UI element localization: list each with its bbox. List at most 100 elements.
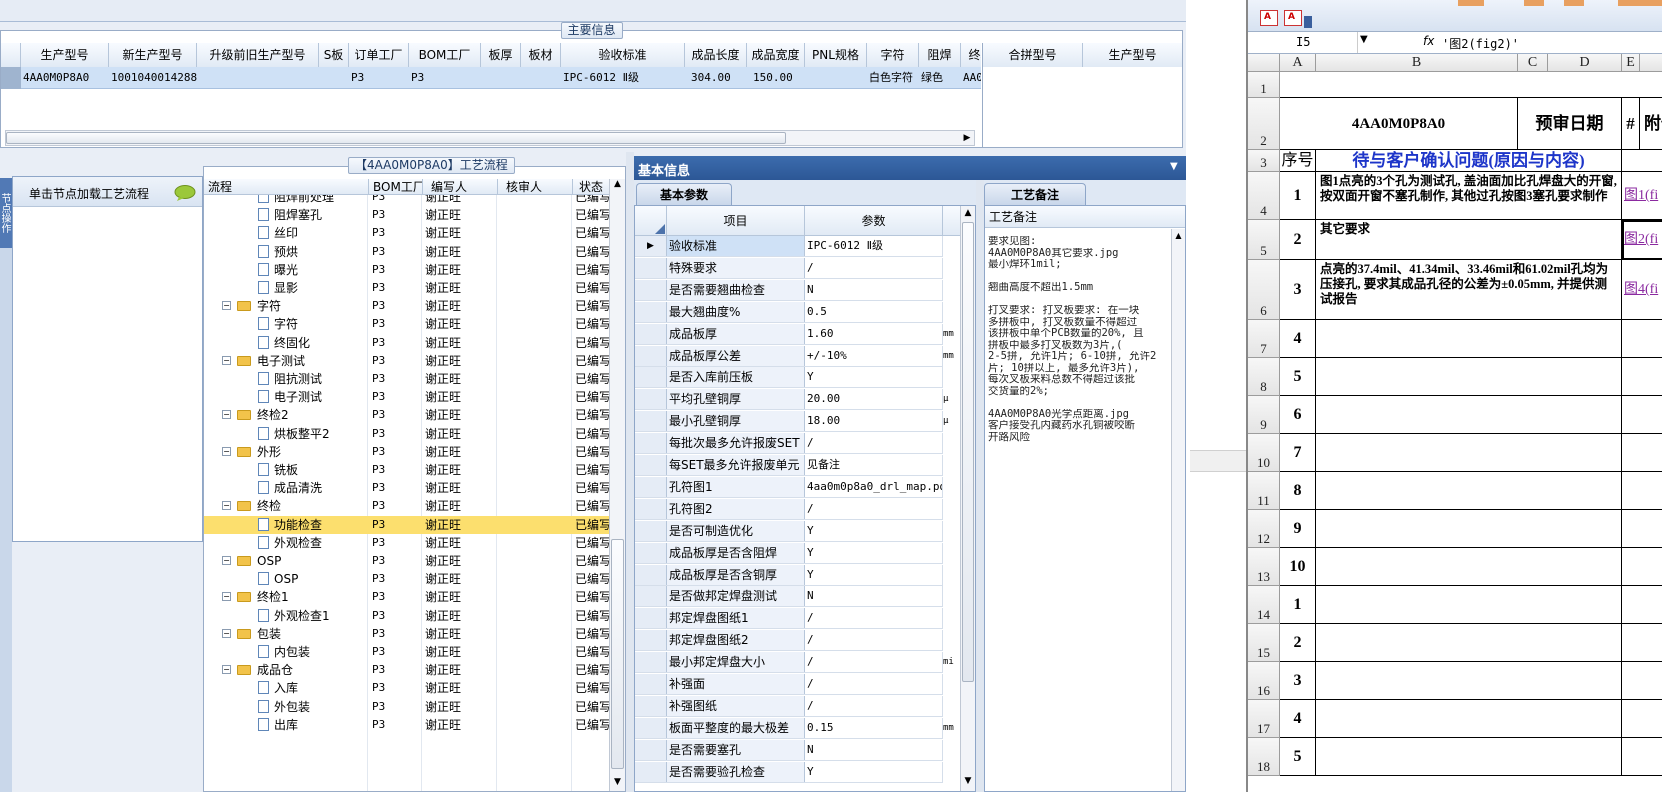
param-row[interactable]: 特殊要求 / <box>635 257 943 279</box>
main-grid-hscrollbar[interactable]: ▶ <box>5 130 975 146</box>
scroll-up-icon[interactable]: ▲ <box>961 208 975 218</box>
row-selector[interactable] <box>635 542 667 563</box>
fx-icon[interactable]: fx <box>1423 34 1434 48</box>
sheet-cell-i2[interactable]: 附件/ <box>1640 98 1662 150</box>
row-selector[interactable] <box>635 279 667 300</box>
sheet-cell[interactable] <box>1280 72 1662 98</box>
flow-row[interactable]: 烘板整平2 P3 谢正旺 已编写 <box>204 425 609 443</box>
row-selector[interactable] <box>635 586 667 607</box>
param-value[interactable]: N <box>805 586 943 607</box>
param-value[interactable]: 4aa0m0p8a0_drl_map.pdf <box>805 476 943 497</box>
scroll-down-icon[interactable]: ▼ <box>961 776 975 786</box>
row-selector[interactable] <box>635 257 667 278</box>
row-header[interactable]: 1 <box>1248 72 1280 98</box>
param-value[interactable]: 1.60 <box>805 323 943 344</box>
sheet-cell-text[interactable] <box>1316 624 1622 662</box>
scroll-right-icon[interactable]: ▶ <box>961 131 973 145</box>
param-row[interactable]: 是否做邦定焊盘测试 N <box>635 586 943 608</box>
param-value[interactable]: / <box>805 630 943 651</box>
main-info-col-header[interactable]: BOM工厂 <box>409 43 481 67</box>
param-value[interactable]: Y <box>805 367 943 388</box>
flow-row[interactable]: 阻焊塞孔 P3 谢正旺 已编写 <box>204 206 609 224</box>
sheet-cell[interactable] <box>1622 150 1662 172</box>
row-selector[interactable] <box>635 411 667 432</box>
sheet-cell-text[interactable]: 点亮的37.4mil、41.34mil、33.46mil和61.02mil孔均为… <box>1316 260 1622 320</box>
flow-row[interactable]: 外包装 P3 谢正旺 已编写 <box>204 698 609 716</box>
flow-row[interactable]: 入库 P3 谢正旺 已编写 <box>204 679 609 697</box>
sheet-cell-text[interactable] <box>1316 472 1622 510</box>
dropdown-arrow-icon[interactable]: ▼ <box>1170 161 1178 172</box>
flow-row[interactable]: 阻抗测试 P3 谢正旺 已编写 <box>204 370 609 388</box>
collapse-icon[interactable]: − <box>222 592 231 602</box>
tab-basic-params[interactable]: 基本参数 <box>636 183 732 205</box>
main-info-col-header[interactable]: S板 <box>319 43 349 67</box>
sheet-cell-link[interactable] <box>1622 586 1662 624</box>
param-value[interactable]: / <box>805 433 943 454</box>
scroll-up-icon[interactable]: ▲ <box>610 179 625 193</box>
sheet-cell-text[interactable] <box>1316 548 1622 586</box>
param-row[interactable]: 成品板厚是否含阻焊 Y <box>635 542 943 564</box>
param-row[interactable]: 是否可制造优化 Y <box>635 520 943 542</box>
row-selector[interactable] <box>635 367 667 388</box>
param-value[interactable]: / <box>805 257 943 278</box>
param-row[interactable]: 最小邦定焊盘大小 / mi <box>635 652 954 674</box>
flow-col-header[interactable]: 状态 <box>572 179 609 195</box>
main-info-cell[interactable] <box>197 67 319 89</box>
flow-tree[interactable]: 阻焊前处理 P3 谢正旺 已编写 阻焊塞孔 P3 谢正旺 已编写 丝印 P3 谢正旺 已编写 预烘 P3 谢… <box>204 195 609 791</box>
sheet-cell-text[interactable] <box>1316 358 1622 396</box>
flow-row[interactable]: OSP P3 谢正旺 已编写 <box>204 570 609 588</box>
main-info-cell[interactable]: 4AA0M0P8A0 <box>21 67 109 89</box>
sheet-cell-link[interactable] <box>1622 434 1662 472</box>
param-value[interactable]: Y <box>805 520 943 541</box>
flow-row[interactable]: 字符 P3 谢正旺 已编写 <box>204 315 609 333</box>
vscroll-thumb[interactable] <box>962 222 974 682</box>
row-selector[interactable] <box>635 739 667 760</box>
flow-row[interactable]: 成品清洗 P3 谢正旺 已编写 <box>204 479 609 497</box>
param-row[interactable]: 最小孔壁铜厚 18.00 μ <box>635 411 948 433</box>
flow-row[interactable]: 阻焊前处理 P3 谢正旺 已编写 <box>204 195 609 206</box>
row-selector[interactable] <box>635 498 667 519</box>
main-info-col-header[interactable]: 成品宽度 <box>747 43 805 67</box>
row-selector[interactable] <box>635 564 667 585</box>
toolbar-more-icon[interactable] <box>1304 16 1312 28</box>
column-header[interactable]: B <box>1316 54 1518 72</box>
sheet-cell-text[interactable] <box>1316 662 1622 700</box>
params-vscrollbar[interactable]: ▲ ▼ <box>960 206 975 791</box>
row-header[interactable]: 11 <box>1248 472 1280 510</box>
param-row[interactable]: 每SET最多允许报废单元 见备注 <box>635 455 943 476</box>
flow-row[interactable]: − 终检1 P3 谢正旺 已编写 <box>204 588 609 606</box>
flow-row[interactable]: 出库 P3 谢正旺 已编写 <box>204 716 609 734</box>
main-info-cell[interactable]: P3 <box>349 67 409 89</box>
param-row[interactable]: 是否需要塞孔 N <box>635 739 943 761</box>
main-info-cell[interactable] <box>319 67 349 89</box>
scroll-up-icon[interactable]: ▲ <box>1172 231 1185 240</box>
sheet-cell-text[interactable]: 图1点亮的3个孔为测试孔, 盖油面加比孔焊盘大的开窗, 按双面开窗不塞孔制作, … <box>1316 172 1622 220</box>
row-selector[interactable] <box>635 674 667 694</box>
param-value[interactable]: 见备注 <box>805 455 943 475</box>
row-selector[interactable] <box>635 323 667 344</box>
main-info-col-header[interactable]: 板材 <box>521 43 561 67</box>
merge-col-header[interactable]: 合拼型号 <box>983 43 1083 67</box>
main-info-cell[interactable]: 白色字符 <box>867 67 919 89</box>
main-info-col-header[interactable]: 板厚 <box>481 43 521 67</box>
row-selector[interactable] <box>635 630 667 651</box>
flow-col-header[interactable]: 流程 <box>208 179 358 195</box>
row-selector[interactable] <box>635 301 667 322</box>
main-info-col-header[interactable]: 新生产型号 <box>109 43 197 67</box>
flow-row[interactable]: 铣板 P3 谢正旺 已编写 <box>204 461 609 479</box>
row-selector[interactable] <box>635 520 667 541</box>
row-header[interactable]: 4 <box>1248 172 1280 220</box>
param-value[interactable]: / <box>805 608 943 629</box>
hscroll-thumb[interactable] <box>6 132 786 144</box>
param-value[interactable]: / <box>805 695 943 716</box>
sheet-cell-a3[interactable]: 序号 <box>1280 150 1316 172</box>
main-info-col-header[interactable]: 生产型号 <box>21 43 109 67</box>
param-row[interactable]: 孔符图2/ <box>635 498 943 520</box>
param-value[interactable]: IPC-6012 Ⅱ级 <box>805 236 943 256</box>
sheet-cell-link[interactable] <box>1622 358 1662 396</box>
row-header[interactable]: 12 <box>1248 510 1280 548</box>
row-selector[interactable] <box>635 695 667 716</box>
param-row[interactable]: 是否需要验孔检查 Y <box>635 761 943 783</box>
param-value[interactable]: +/-10% <box>805 345 943 366</box>
param-row[interactable]: 孔符图1 4aa0m0p8a0_drl_map.pdf <box>635 476 943 498</box>
